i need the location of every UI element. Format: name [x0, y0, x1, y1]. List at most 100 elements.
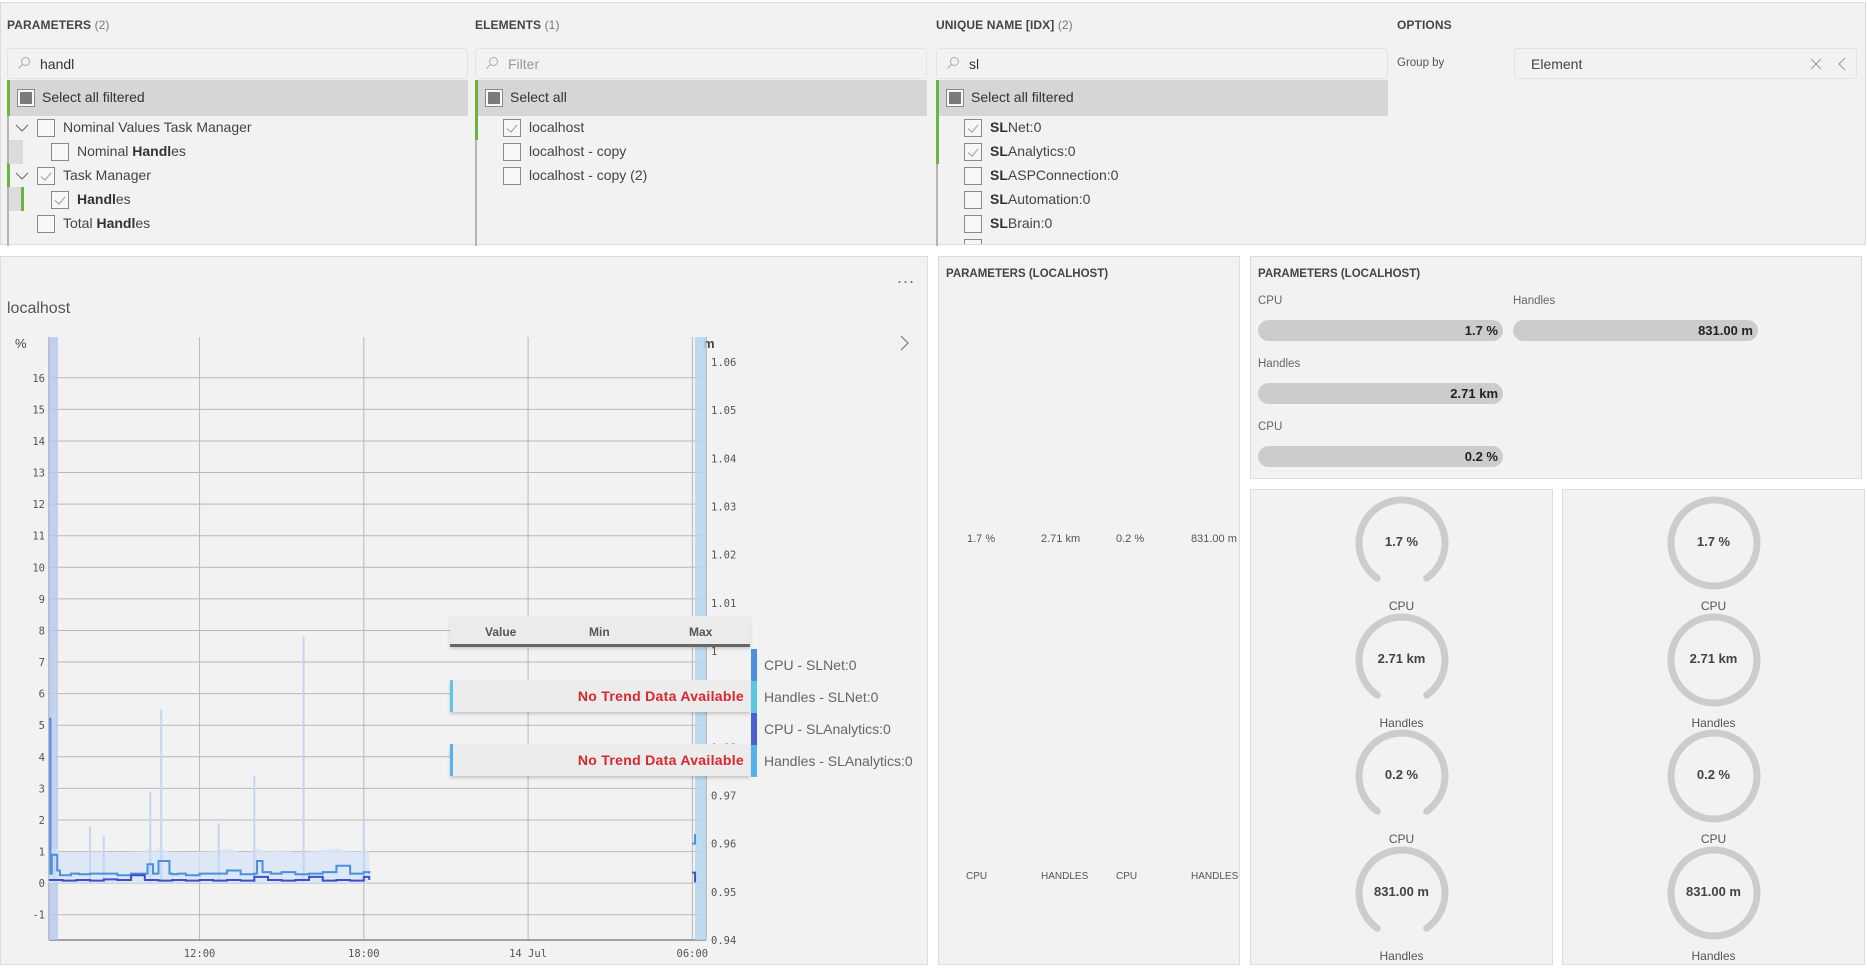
- bar-label: Handles: [1513, 295, 1556, 307]
- element-item[interactable]: localhost - copy (2): [477, 164, 927, 188]
- checkbox[interactable]: [964, 215, 982, 233]
- y2-tick-label: 1.01: [711, 598, 736, 610]
- unique-name-item[interactable]: SLAnalytics:0: [938, 140, 1388, 164]
- checkbox[interactable]: [964, 167, 982, 185]
- chevron-down-icon[interactable]: [15, 169, 29, 183]
- chevron-down-icon[interactable]: [15, 121, 29, 135]
- gauge: 1.7 % CPU: [1251, 495, 1552, 613]
- y-tick-label: 8: [39, 625, 45, 637]
- gauge: 2.71 km Handles: [1563, 612, 1864, 730]
- gauge-value: 2.71 km: [1689, 650, 1738, 666]
- panel-title: PARAMETERS (LOCALHOST): [946, 268, 1109, 280]
- y2-tick-label: 0.94: [711, 935, 736, 947]
- tree-item-nominal-values-task-manager[interactable]: Nominal Values Task Manager: [9, 116, 464, 140]
- checkbox-checked[interactable]: [503, 119, 521, 137]
- unique-name-item[interactable]: SLBrain:0: [938, 212, 1388, 236]
- element-item[interactable]: localhost: [477, 116, 927, 140]
- checkbox[interactable]: [37, 119, 55, 137]
- search-icon: [486, 57, 498, 69]
- gauge: 831.00 m Handles: [1251, 845, 1552, 963]
- select-all-checkbox[interactable]: [485, 89, 503, 107]
- y-tick-label: 11: [32, 531, 45, 543]
- checkbox-checked[interactable]: [37, 167, 55, 185]
- bar-label: CPU: [1258, 295, 1283, 307]
- param-value: 0.2 %: [1116, 533, 1145, 545]
- unique-name-item[interactable]: SLNet:0: [938, 116, 1388, 140]
- y-tick-label: 15: [32, 404, 45, 416]
- legend-swatch: [751, 681, 757, 713]
- select-all-filtered[interactable]: Select all filtered: [936, 80, 1388, 116]
- element-item[interactable]: localhost - copy: [477, 140, 927, 164]
- tree-item-total-handles[interactable]: Total Handles: [9, 212, 464, 236]
- x-tick-label: 12:00: [184, 948, 216, 960]
- gauge-value: 1.7 %: [1696, 534, 1731, 549]
- y-tick-label: 4: [39, 752, 45, 764]
- stats-header-max: Max: [689, 625, 713, 639]
- y-tick-label: -1: [32, 910, 45, 922]
- unique-name-filter: UNIQUE NAME [IDX] (2) sl Select all filt…: [930, 3, 1392, 246]
- elements-search-input[interactable]: Filter: [475, 48, 927, 79]
- checkbox-checked[interactable]: [51, 191, 69, 209]
- search-icon: [947, 57, 959, 69]
- tree-item-handles[interactable]: Handles: [9, 188, 464, 212]
- checkbox[interactable]: [964, 191, 982, 209]
- select-all[interactable]: Select all: [475, 80, 927, 116]
- y-tick-label: 6: [39, 689, 45, 701]
- unique-name-search-input[interactable]: sl: [936, 48, 1388, 79]
- x-tick-label: 06:00: [677, 948, 709, 960]
- checkbox-checked[interactable]: [964, 119, 982, 137]
- parameter-bar: 0.2 %: [1258, 446, 1503, 467]
- trend-chart[interactable]: -101234567891011121314151612:00 18:00 14 J…: [1, 257, 929, 966]
- group-by-label: Group by: [1397, 57, 1445, 69]
- unique-name-item[interactable]: SLAutomation:0: [938, 188, 1388, 212]
- group-by-value: Element: [1531, 56, 1583, 72]
- select-all-label: Select all: [510, 89, 567, 105]
- y-tick-label: 2: [39, 815, 45, 827]
- elements-list: localhost localhost - copy localhost - c…: [475, 116, 927, 246]
- tree-item-nominal-handles[interactable]: Nominal Handles: [9, 140, 464, 164]
- select-all-label: Select all filtered: [971, 89, 1074, 105]
- select-all-checkbox[interactable]: [17, 89, 35, 107]
- checkbox[interactable]: [964, 239, 982, 244]
- select-all-checkbox[interactable]: [946, 89, 964, 107]
- select-all-filtered[interactable]: Select all filtered: [7, 80, 468, 116]
- param-label: HANDLES: [1191, 871, 1239, 882]
- group-by-select[interactable]: Element: [1514, 48, 1857, 79]
- no-data-message: No Trend Data Available: [577, 752, 744, 768]
- y-tick-label: 13: [32, 468, 45, 480]
- y-tick-label: 14: [32, 436, 45, 448]
- search-placeholder: Filter: [508, 56, 540, 72]
- parameters-filter: PARAMETERS (2) handl Select all filtered…: [1, 3, 468, 246]
- unique-name-item-partial[interactable]: [938, 236, 1388, 244]
- legend-swatch: [751, 649, 757, 681]
- no-data-message: No Trend Data Available: [577, 688, 744, 704]
- search-value: sl: [969, 56, 980, 72]
- y2-tick-label: 0.96: [711, 839, 736, 851]
- gauge-value: 0.2 %: [1696, 767, 1731, 782]
- filter-bar: PARAMETERS (2) handl Select all filtered…: [0, 2, 1866, 246]
- unique-name-list: SLNet:0 SLAnalytics:0 SLASPConnection:0 …: [936, 116, 1388, 246]
- parameters-search-input[interactable]: handl: [7, 48, 468, 79]
- tree-item-task-manager[interactable]: Task Manager: [9, 164, 464, 188]
- gauges-ring-panel: 1.7 % CPU 2.71 km Handles 0.2 % CPU 831.00 m Ha…: [1562, 489, 1865, 965]
- checkbox[interactable]: [503, 143, 521, 161]
- checkbox[interactable]: [503, 167, 521, 185]
- parameter-bar: 831.00 m: [1513, 320, 1758, 341]
- checkbox[interactable]: [51, 143, 69, 161]
- unique-name-title: UNIQUE NAME [IDX] (2): [936, 18, 1073, 32]
- stats-row-no-data: No Trend Data Available: [450, 744, 750, 776]
- y-tick-label: 9: [39, 594, 45, 606]
- y-tick-label: 3: [39, 783, 45, 795]
- clear-icon[interactable]: [1810, 58, 1822, 70]
- y2-tick-label: 1.04: [711, 453, 736, 465]
- checkbox-checked[interactable]: [964, 143, 982, 161]
- parameters-list: Nominal Values Task Manager Nominal Hand…: [7, 116, 468, 246]
- gauge-value: 831.00 m: [1686, 883, 1741, 899]
- chevron-left-icon[interactable]: [1838, 57, 1846, 71]
- y-tick-label: 1: [39, 847, 45, 859]
- checkbox[interactable]: [37, 215, 55, 233]
- gauges-arc-panel: 1.7 % CPU 2.71 km Handles 0.2 % CPU 831.00 m Ha…: [1250, 489, 1553, 965]
- unique-name-item[interactable]: SLASPConnection:0: [938, 164, 1388, 188]
- search-value: handl: [40, 56, 75, 72]
- y2-tick-label: 1: [711, 646, 717, 658]
